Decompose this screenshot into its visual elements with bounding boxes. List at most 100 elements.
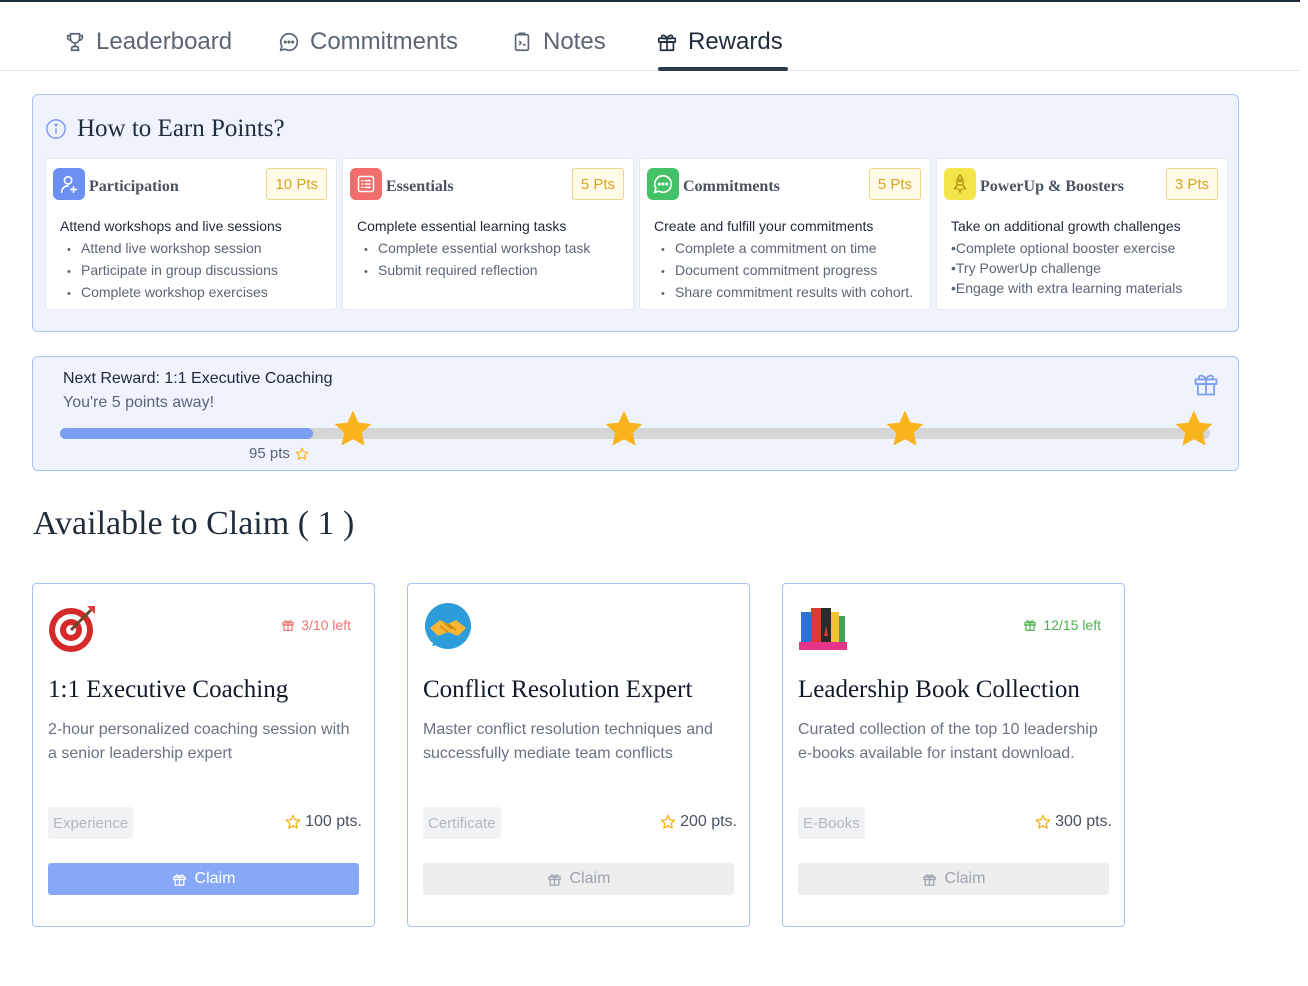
gift-icon [1194, 374, 1218, 396]
reward-description: Master conflict resolution techniques an… [423, 721, 713, 762]
gift-icon [282, 620, 295, 631]
category-tag: Experience [48, 807, 134, 839]
claim-button[interactable]: Claim [48, 863, 359, 895]
remaining-count: 3/10 left [281, 617, 351, 633]
earn-card-powerup: PowerUp & Boosters 3 Pts Take on additio… [936, 158, 1228, 310]
list-item: Complete workshop exercises [67, 282, 278, 304]
next-reward-panel: Next Reward: 1:1 Executive Coaching You'… [32, 356, 1239, 471]
tab-bar: Leaderboard Commitments Notes Rewards [0, 0, 1300, 71]
next-reward-title: Next Reward: 1:1 Executive Coaching [63, 370, 333, 387]
list-item: Submit required reflection [364, 260, 590, 282]
list-item: Complete essential workshop task [364, 238, 590, 260]
list-item: Participate in group discussions [67, 260, 278, 282]
remaining-text: 3/10 left [301, 617, 351, 633]
info-icon [46, 119, 66, 139]
earn-card-name: PowerUp & Boosters [980, 178, 1124, 195]
chat-bubble-icon [279, 32, 299, 52]
earn-card-list: Attend live workshop session Participate… [67, 238, 278, 304]
earn-card-desc: Take on additional growth challenges [951, 218, 1181, 234]
earn-card-points: 10 Pts [266, 168, 327, 200]
rocket-icon [944, 168, 976, 200]
earn-card-list: Complete essential workshop task Submit … [364, 238, 590, 282]
active-tab-indicator [658, 67, 788, 71]
tab-label: Rewards [688, 28, 783, 55]
earn-card-desc: Attend workshops and live sessions [60, 218, 282, 234]
claim-button[interactable]: Claim [423, 863, 734, 895]
claim-label: Claim [569, 870, 611, 887]
earn-card-name: Commitments [683, 178, 780, 195]
available-heading: Available to Claim ( 1 ) [33, 505, 355, 542]
earn-points-header: How to Earn Points? [45, 115, 285, 143]
tab-notes[interactable]: Notes [511, 26, 606, 58]
earn-card-list: •Complete optional booster exercise •Try… [951, 238, 1182, 298]
reward-cost: 300 pts. [1035, 813, 1112, 831]
gift-icon [922, 873, 936, 886]
clipboard-icon [514, 32, 530, 52]
claim-label: Claim [944, 870, 986, 887]
tab-label: Notes [543, 28, 606, 55]
tab-label: Commitments [310, 28, 459, 55]
current-points: 95 pts [249, 445, 309, 462]
earn-card-name: Participation [89, 178, 179, 195]
list-item: •Engage with extra learning materials [951, 280, 1183, 296]
reward-title: 1:1 Executive Coaching [48, 676, 289, 703]
tab-rewards[interactable]: Rewards [656, 26, 783, 58]
star-outline-icon [295, 447, 309, 460]
reward-cost-value: 200 pts. [680, 813, 737, 830]
reward-cost: 200 pts. [660, 813, 737, 831]
remaining-count: 12/15 left [1023, 617, 1101, 633]
reward-card: 12/15 left Leadership Book Collection Cu… [782, 583, 1125, 927]
list-item: •Try PowerUp challenge [951, 260, 1101, 276]
list-item: Complete a commitment on time [661, 238, 913, 260]
earn-points-panel: How to Earn Points? Participation 10 Pts… [32, 94, 1239, 332]
reward-title: Leadership Book Collection [798, 676, 1080, 703]
gift-icon [172, 873, 186, 886]
tab-commitments[interactable]: Commitments [278, 26, 458, 58]
reward-cost-value: 100 pts. [305, 813, 362, 830]
points-away-text: You're 5 points away! [63, 394, 215, 411]
books-icon [799, 608, 847, 650]
earn-card-list: Complete a commitment on time Document c… [661, 238, 913, 304]
list-item: Attend live workshop session [67, 238, 278, 260]
reward-description: Curated collection of the top 10 leaders… [798, 721, 1098, 762]
list-item: •Complete optional booster exercise [951, 240, 1176, 256]
earn-card-desc: Create and fulfill your commitments [654, 218, 874, 234]
trophy-icon [66, 32, 84, 52]
gift-icon [547, 873, 561, 886]
reward-card: Conflict Resolution Expert Master confli… [407, 583, 750, 927]
tab-label: Leaderboard [96, 28, 233, 55]
user-plus-icon [53, 168, 85, 200]
gift-icon [657, 34, 677, 52]
milestone-star-icon [334, 410, 372, 446]
remaining-text: 12/15 left [1043, 617, 1101, 633]
earn-card-name: Essentials [386, 178, 454, 195]
star-outline-icon [1035, 814, 1051, 829]
list-item: Share commitment results with cohort. [661, 282, 913, 304]
earn-card-desc: Complete essential learning tasks [357, 218, 567, 234]
star-outline-icon [660, 814, 676, 829]
tab-leaderboard[interactable]: Leaderboard [64, 26, 232, 58]
chat-bubble-icon [647, 168, 679, 200]
gift-icon [1024, 620, 1037, 631]
claim-label: Claim [194, 870, 236, 887]
star-outline-icon [285, 814, 301, 829]
list-item: Document commitment progress [661, 260, 913, 282]
reward-description: 2-hour personalized coaching session wit… [48, 721, 350, 762]
target-icon [49, 606, 95, 652]
milestone-star-icon [1175, 410, 1213, 446]
earn-card-points: 5 Pts [868, 168, 921, 200]
earn-card-commitments: Commitments 5 Pts Create and fulfill you… [639, 158, 931, 310]
earn-card-points: 5 Pts [571, 168, 624, 200]
category-tag: E-Books [798, 807, 865, 839]
handshake-icon [425, 603, 471, 649]
reward-card: 3/10 left 1:1 Executive Coaching 2-hour … [32, 583, 375, 927]
claim-button[interactable]: Claim [798, 863, 1109, 895]
reward-cost-value: 300 pts. [1055, 813, 1112, 830]
earn-points-title: How to Earn Points? [77, 115, 285, 142]
earn-card-participation: Participation 10 Pts Attend workshops an… [45, 158, 337, 310]
list-icon [350, 168, 382, 200]
earn-card-points: 3 Pts [1165, 168, 1218, 200]
earn-card-essentials: Essentials 5 Pts Complete essential lear… [342, 158, 634, 310]
category-tag: Certificate [423, 807, 501, 839]
progress-fill [60, 428, 313, 439]
